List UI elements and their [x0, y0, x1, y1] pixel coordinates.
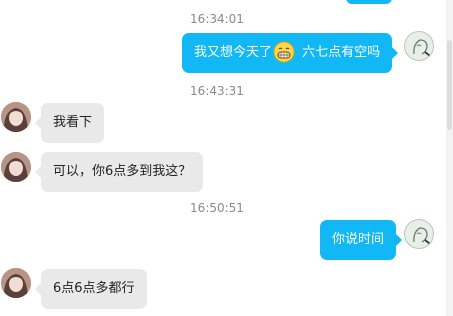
outgoing-message-bubble[interactable]: 我又想今天了 六七点有空吗: [182, 33, 399, 73]
timestamp: 16:43:31: [190, 84, 244, 98]
message-text: 你说时间: [332, 232, 385, 247]
message-text: 我看下: [53, 115, 93, 130]
message-text: 我又想今天了: [194, 45, 273, 60]
incoming-message-bubble[interactable]: 我看下: [34, 103, 105, 143]
grin-emoji-icon: [273, 41, 295, 62]
scrollbar[interactable]: [446, 0, 453, 316]
sketch-avatar-icon: [413, 227, 431, 245]
outgoing-message-bubble[interactable]: 你说时间: [320, 220, 403, 260]
girl-avatar-icon: [1, 102, 31, 132]
message-text: 6点6点多都行: [53, 281, 135, 296]
scrollbar-thumb[interactable]: [447, 40, 452, 130]
incoming-message-bubble[interactable]: 6点6点多都行: [35, 269, 147, 309]
self-avatar[interactable]: [404, 219, 434, 249]
timestamp: 16:50:51: [190, 201, 244, 215]
sketch-avatar-icon: [413, 39, 431, 57]
incoming-message-bubble[interactable]: 可以，你6点多到我这？: [34, 152, 204, 192]
message-text: 六七点有空吗: [298, 45, 381, 60]
timestamp: 16:34:01: [190, 12, 244, 26]
contact-avatar[interactable]: [1, 102, 31, 132]
previous-message-bubble-fragment: [346, 0, 392, 4]
contact-avatar[interactable]: [1, 152, 31, 182]
message-text: 可以，你6点多到我这？: [53, 164, 192, 179]
girl-avatar-icon: [1, 268, 31, 298]
contact-avatar[interactable]: [1, 268, 31, 298]
girl-avatar-icon: [1, 152, 31, 182]
self-avatar[interactable]: [404, 31, 434, 61]
